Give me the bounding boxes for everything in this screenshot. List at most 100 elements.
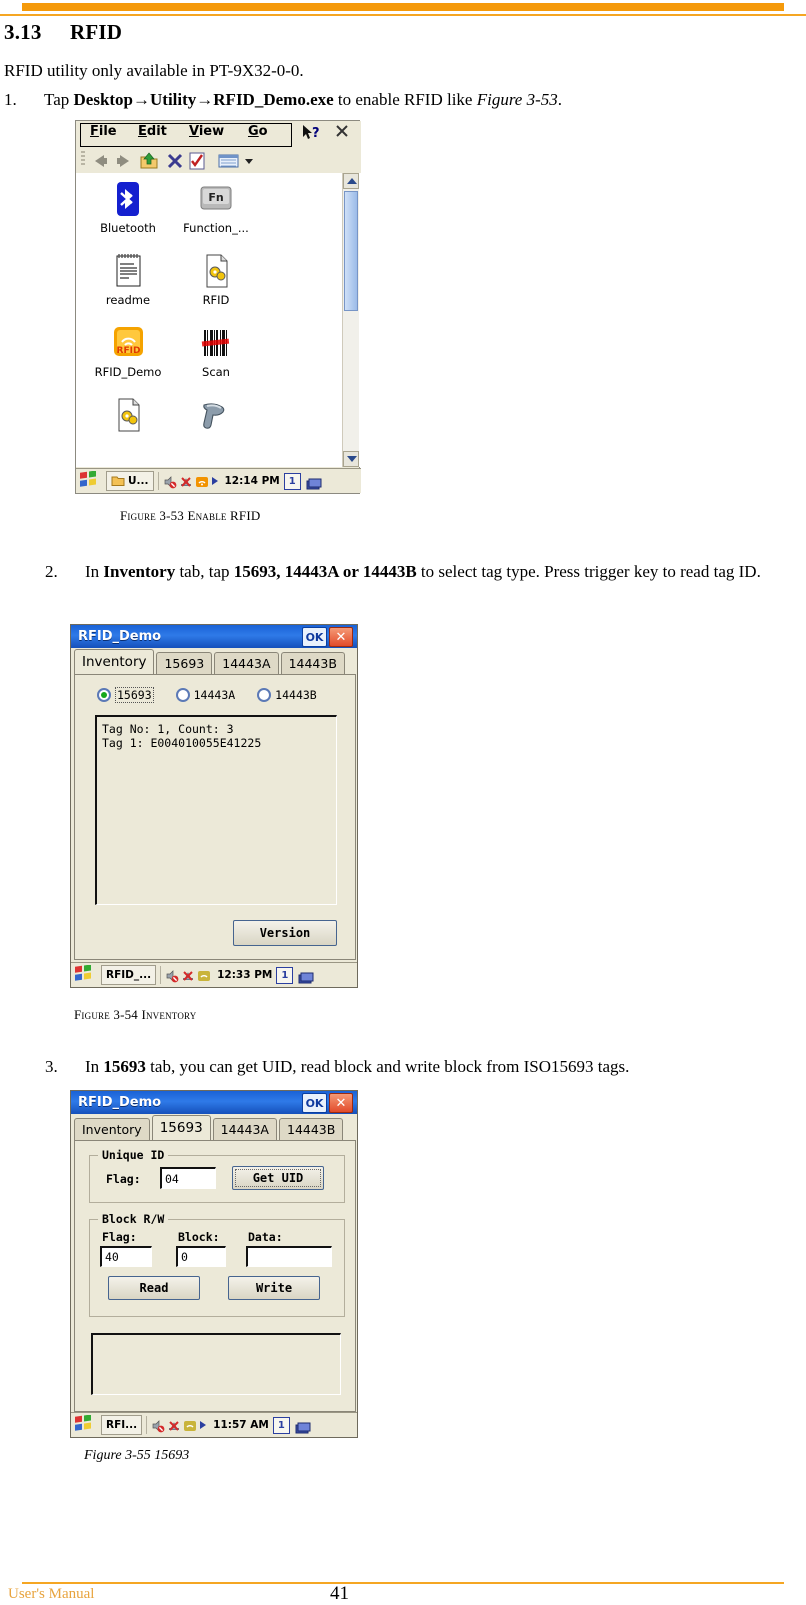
start-button-icon[interactable]: [73, 964, 97, 985]
keyboard-icon[interactable]: [295, 1419, 311, 1433]
radio-14443a[interactable]: [175, 688, 190, 702]
rfid-status-icon[interactable]: [183, 1418, 197, 1432]
keyboard-icon[interactable]: [298, 969, 314, 983]
config-file-icon: [108, 395, 148, 435]
taskbar-expand-icon: [211, 477, 218, 485]
taskbar-ime-indicator[interactable]: 1: [276, 966, 294, 984]
taskbar-app-button[interactable]: RFID_...: [101, 965, 157, 985]
scroll-down-icon[interactable]: [343, 451, 359, 467]
radio-14443a-label[interactable]: 14443A: [194, 688, 236, 702]
screenshot-rfid-15693: RFID_Demo OK ✕ Inventory 15693 14443A 14…: [70, 1090, 358, 1438]
tab-14443b[interactable]: 14443B: [279, 1118, 344, 1140]
taskbar-app-button[interactable]: RFI...: [101, 1415, 143, 1435]
read-button[interactable]: Read: [108, 1276, 200, 1300]
section-number: 3.13: [4, 20, 42, 44]
tag-log-textarea[interactable]: Tag No: 1, Count: 3 Tag 1: E004010055E41…: [95, 715, 337, 905]
step-1-index: 1.: [4, 90, 17, 109]
footer-page-number: 41: [330, 1583, 349, 1604]
properties-icon[interactable]: [186, 150, 208, 172]
notepad-icon: [108, 251, 148, 291]
version-button[interactable]: Version: [233, 920, 337, 946]
explorer-item-rfid-demo[interactable]: RFID RFID_Demo: [84, 323, 172, 379]
rfid-status-icon[interactable]: [195, 474, 209, 488]
menu-view[interactable]: View: [189, 124, 224, 139]
taskbar-clock[interactable]: 11:57 AM: [213, 1419, 269, 1431]
taskbar-separator: [160, 966, 162, 984]
delete-icon[interactable]: [164, 150, 186, 172]
taskbar-expand-icon: [200, 1421, 207, 1429]
start-button-icon[interactable]: [73, 1414, 97, 1435]
group-unique-id-title: Unique ID: [98, 1148, 169, 1162]
taskbar-ime-indicator[interactable]: 1: [272, 1416, 290, 1434]
menu-edit[interactable]: Edit: [138, 124, 167, 139]
network-disconnected-icon[interactable]: [179, 474, 193, 488]
explorer-item-label: RFID_Demo: [94, 365, 162, 379]
ok-button[interactable]: OK: [302, 627, 327, 647]
network-disconnected-icon[interactable]: [167, 1418, 181, 1432]
menu-file[interactable]: File: [90, 124, 117, 139]
explorer-item-bluetooth[interactable]: Bluetooth: [84, 179, 172, 235]
close-icon[interactable]: [334, 123, 350, 143]
tab-15693[interactable]: 15693: [151, 1115, 211, 1140]
tab-panel-15693: Unique ID Flag: 04 Get UID Block R/W Fla…: [74, 1140, 356, 1412]
block-rw-block-input[interactable]: 0: [176, 1246, 226, 1267]
explorer-icon-area: Bluetooth Fn Function_... readme RFID RF…: [76, 173, 361, 467]
help-arrow-icon[interactable]: ?: [302, 124, 322, 145]
explorer-item-readme[interactable]: readme: [84, 251, 172, 307]
function-key-icon: Fn: [196, 179, 236, 219]
explorer-item-label: readme: [105, 293, 151, 307]
taskbar-clock[interactable]: 12:14 PM: [225, 475, 280, 487]
close-icon[interactable]: ✕: [329, 1093, 353, 1113]
footer-label: User's Manual: [8, 1586, 95, 1602]
scroll-up-icon[interactable]: [343, 173, 359, 189]
taskbar-clock[interactable]: 12:33 PM: [217, 969, 272, 981]
toolbar-grip[interactable]: [81, 151, 85, 167]
explorer-item-config[interactable]: [84, 395, 172, 437]
figure-caption-3-54: Figure 3-54 Inventory: [74, 1007, 197, 1022]
forward-icon[interactable]: [112, 150, 134, 172]
explorer-item-function[interactable]: Fn Function_...: [172, 179, 260, 235]
radio-14443b-label[interactable]: 14443B: [275, 688, 317, 702]
explorer-item-scan[interactable]: Scan: [172, 323, 260, 379]
explorer-menu-row: File Edit View Go ?: [76, 121, 361, 147]
unique-id-flag-input[interactable]: 04: [160, 1167, 216, 1189]
ok-button[interactable]: OK: [302, 1093, 327, 1113]
explorer-item-scanner[interactable]: [172, 395, 260, 437]
view-mode-icon[interactable]: [216, 150, 242, 172]
tab-15693[interactable]: 15693: [156, 652, 213, 674]
block-rw-flag-input[interactable]: 40: [100, 1246, 152, 1267]
header-rule: [0, 14, 806, 16]
up-folder-icon[interactable]: [138, 150, 160, 172]
tab-inventory[interactable]: Inventory: [74, 649, 155, 674]
view-dropdown-icon[interactable]: [242, 150, 256, 172]
tab-14443a[interactable]: 14443A: [212, 1118, 277, 1140]
explorer-scrollbar[interactable]: [342, 173, 359, 467]
rfid-status-icon[interactable]: [197, 968, 211, 982]
taskbar-app-button[interactable]: U...: [106, 471, 154, 491]
block-rw-data-input[interactable]: [246, 1246, 332, 1267]
keyboard-icon[interactable]: [306, 475, 322, 489]
taskbar-ime-indicator[interactable]: 1: [283, 472, 301, 490]
volume-muted-icon[interactable]: [165, 968, 179, 983]
result-textarea[interactable]: [91, 1333, 341, 1395]
get-uid-button[interactable]: Get UID: [232, 1166, 324, 1190]
explorer-item-rfid[interactable]: RFID: [172, 251, 260, 307]
scrollbar-thumb[interactable]: [344, 191, 358, 311]
start-button-icon[interactable]: [78, 470, 102, 491]
radio-14443b[interactable]: [257, 688, 272, 702]
volume-muted-icon[interactable]: [151, 1418, 165, 1433]
volume-muted-icon[interactable]: [163, 474, 177, 489]
section-title: RFID: [70, 20, 123, 44]
close-icon[interactable]: ✕: [329, 627, 353, 647]
radio-15693[interactable]: [97, 688, 111, 702]
block-rw-data-label: Data:: [248, 1230, 283, 1244]
tab-14443b[interactable]: 14443B: [280, 652, 345, 674]
radio-15693-label[interactable]: 15693: [115, 687, 154, 703]
taskbar-separator: [157, 472, 159, 490]
tab-14443a[interactable]: 14443A: [214, 652, 279, 674]
network-disconnected-icon[interactable]: [181, 968, 195, 982]
back-icon[interactable]: [90, 150, 112, 172]
tab-inventory[interactable]: Inventory: [74, 1118, 150, 1140]
write-button[interactable]: Write: [228, 1276, 320, 1300]
menu-go[interactable]: Go: [248, 124, 268, 139]
